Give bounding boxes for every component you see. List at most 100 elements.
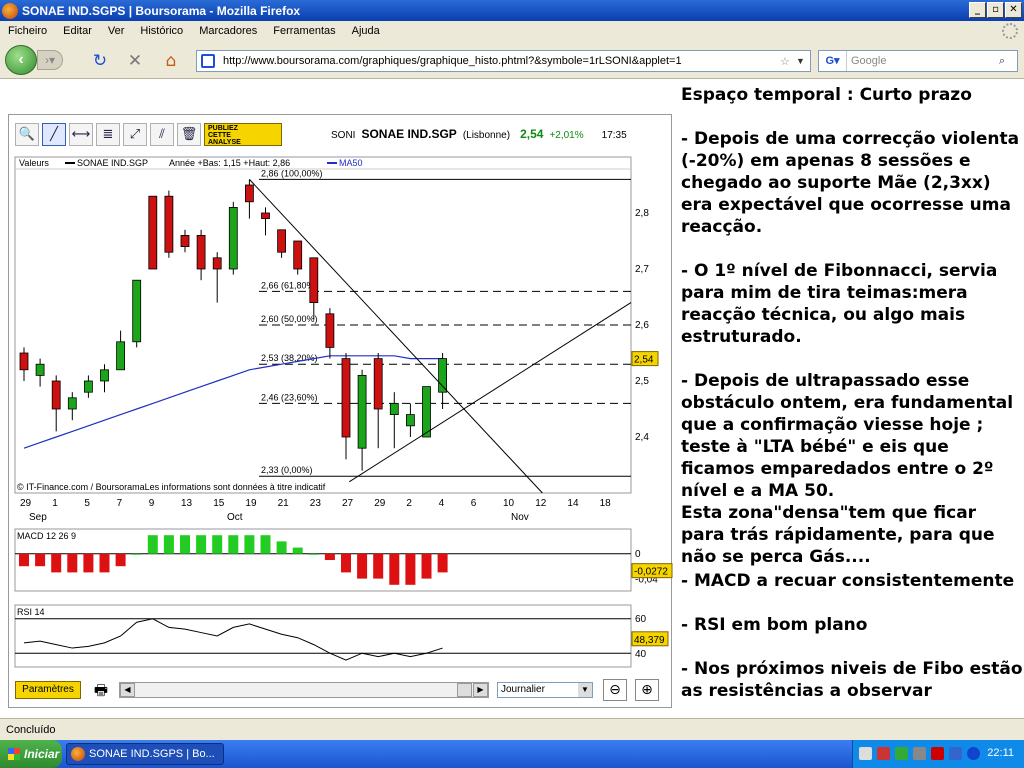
macd-bar xyxy=(147,535,158,554)
bluetooth-icon[interactable] xyxy=(967,747,980,760)
x-tick-label: 9 xyxy=(149,498,155,509)
menu-historico[interactable]: Histórico xyxy=(132,25,191,37)
address-url[interactable]: http://www.boursorama.com/graphiques/gra… xyxy=(223,55,780,67)
candle-down xyxy=(261,212,270,219)
x-tick-label: 21 xyxy=(278,498,290,509)
macd-bar xyxy=(405,553,416,585)
macd-bar xyxy=(180,535,190,554)
taskbar-firefox-item[interactable]: SONAE IND.SGPS | Bo... xyxy=(66,743,224,765)
tray-network-icon[interactable] xyxy=(877,747,890,760)
last-price-label: 2,54 xyxy=(634,355,654,366)
reload-icon[interactable]: ↻ xyxy=(90,51,110,71)
throbber-icon xyxy=(1002,23,1018,39)
clock: 22:11 xyxy=(987,747,1014,759)
zoom-in-icon[interactable]: ⊕ xyxy=(635,679,659,701)
system-tray: 22:11 xyxy=(852,740,1024,768)
legend-entry: Valeurs xyxy=(19,158,49,168)
taskbar-item-label: SONAE IND.SGPS | Bo... xyxy=(89,748,215,760)
search-engine-icon[interactable]: G▾ xyxy=(819,51,847,71)
url-history-dropdown-icon[interactable]: ▼ xyxy=(796,56,810,66)
x-tick-label: 10 xyxy=(503,498,515,509)
start-button[interactable]: Iniciar xyxy=(0,740,62,768)
back-button[interactable]: ‹ xyxy=(5,45,37,75)
chart-scrollbar[interactable]: ◀ ▶ xyxy=(119,682,489,698)
x-tick-label: 15 xyxy=(213,498,225,509)
comment-timeframe: Espaço temporal : Curto prazo xyxy=(681,85,972,105)
x-tick-label: 1 xyxy=(52,498,58,509)
search-icon[interactable]: ⌕ xyxy=(999,54,1017,68)
minimize-button[interactable]: _ xyxy=(969,2,986,18)
macd-bar xyxy=(35,553,46,567)
rsi-panel xyxy=(14,604,632,668)
macd-bar xyxy=(131,553,142,555)
tray-k-icon[interactable] xyxy=(931,747,944,760)
candle-down xyxy=(148,195,158,270)
menu-ficheiro[interactable]: Ficheiro xyxy=(0,25,55,37)
candle-up xyxy=(228,207,238,270)
x-tick-label: 19 xyxy=(245,498,257,509)
rsi-value-label: 48,379 xyxy=(634,635,665,646)
stop-icon[interactable]: ✕ xyxy=(125,51,145,71)
status-text: Concluído xyxy=(6,724,56,736)
macd-bar xyxy=(83,553,94,573)
comment-point-1: - Depois de uma correcção violenta (-20%… xyxy=(681,129,1020,237)
x-tick-label: 29 xyxy=(20,498,32,509)
address-bar[interactable]: http://www.boursorama.com/graphiques/gra… xyxy=(196,50,811,72)
parameters-button[interactable]: Paramètres xyxy=(15,681,81,699)
x-tick-label: 29 xyxy=(374,498,386,509)
home-icon[interactable]: ⌂ xyxy=(161,51,181,71)
x-tick-label: 5 xyxy=(84,498,90,509)
candle-down xyxy=(51,380,61,410)
tray-volume-icon[interactable] xyxy=(913,747,926,760)
restore-button[interactable]: ▫ xyxy=(987,2,1004,18)
macd-value-label: -0,0272 xyxy=(634,567,668,578)
tray-app-icon[interactable] xyxy=(859,747,872,760)
price-chart[interactable]: Valeurs SONAE IND.SGP Année +Bas: 1,15 +Ha… xyxy=(9,115,673,675)
macd-bar xyxy=(99,553,110,573)
site-favicon-icon xyxy=(201,54,215,68)
zoom-out-icon[interactable]: ⊖ xyxy=(603,679,627,701)
candle-down xyxy=(164,195,174,253)
menu-editar[interactable]: Editar xyxy=(55,25,100,37)
scroll-left-icon[interactable]: ◀ xyxy=(120,683,135,697)
macd-bar xyxy=(389,553,400,585)
candle-up xyxy=(132,279,142,343)
menu-ajuda[interactable]: Ajuda xyxy=(344,25,388,37)
macd-bar xyxy=(308,553,319,555)
fibonacci-level-label: 2,46 (23,60%) xyxy=(261,392,318,402)
candle-down xyxy=(293,240,303,270)
x-tick-label: 2 xyxy=(406,498,412,509)
desktop: SONAE IND.SGPS | Boursorama - Mozilla Fi… xyxy=(0,0,1024,768)
macd-bar xyxy=(196,535,207,554)
menu-ferramentas[interactable]: Ferramentas xyxy=(265,25,343,37)
scroll-divider[interactable] xyxy=(457,683,472,697)
macd-bar xyxy=(260,535,271,554)
fibonacci-level-label: 2,66 (61,80%) xyxy=(261,280,318,290)
tray-globe-icon[interactable] xyxy=(949,747,962,760)
analysis-comment: Espaço temporal : Curto prazo - Depois d… xyxy=(681,84,1024,702)
forward-button[interactable]: ›▾ xyxy=(37,50,63,70)
search-input[interactable]: Google xyxy=(847,55,999,67)
period-select[interactable]: Journalier ▼ xyxy=(497,682,593,698)
menu-ver[interactable]: Ver xyxy=(100,25,133,37)
month-label: Oct xyxy=(227,512,243,523)
print-icon[interactable]: 🖶 xyxy=(89,680,113,700)
close-button[interactable]: ✕ xyxy=(1005,2,1022,18)
chart-applet: 🔍 ╱ ⟷ ≣ ⤢ ⫽ 🗑 PUBLIEZ CETTE ANALYSE SONI… xyxy=(8,114,673,708)
price-tick-label: 2,8 xyxy=(635,208,649,219)
candle-down xyxy=(341,358,351,438)
macd-bar xyxy=(341,553,351,573)
comment-fibo: - Nos próximos niveis de Fibo estão as r… xyxy=(681,659,1023,701)
candle-down xyxy=(244,184,254,203)
macd-bar xyxy=(212,535,223,554)
price-tick-label: 2,4 xyxy=(635,432,649,443)
rsi-axis-label: 40 xyxy=(635,649,647,660)
bookmark-star-icon[interactable]: ☆ xyxy=(780,55,796,68)
menu-marcadores[interactable]: Marcadores xyxy=(191,25,265,37)
candle-up xyxy=(84,380,93,393)
scroll-right-icon[interactable]: ▶ xyxy=(473,683,488,697)
tray-antivirus-icon[interactable] xyxy=(895,747,908,760)
chevron-down-icon[interactable]: ▼ xyxy=(578,683,592,697)
search-bar[interactable]: G▾ Google ⌕ xyxy=(818,50,1018,72)
macd-bar xyxy=(67,553,78,573)
